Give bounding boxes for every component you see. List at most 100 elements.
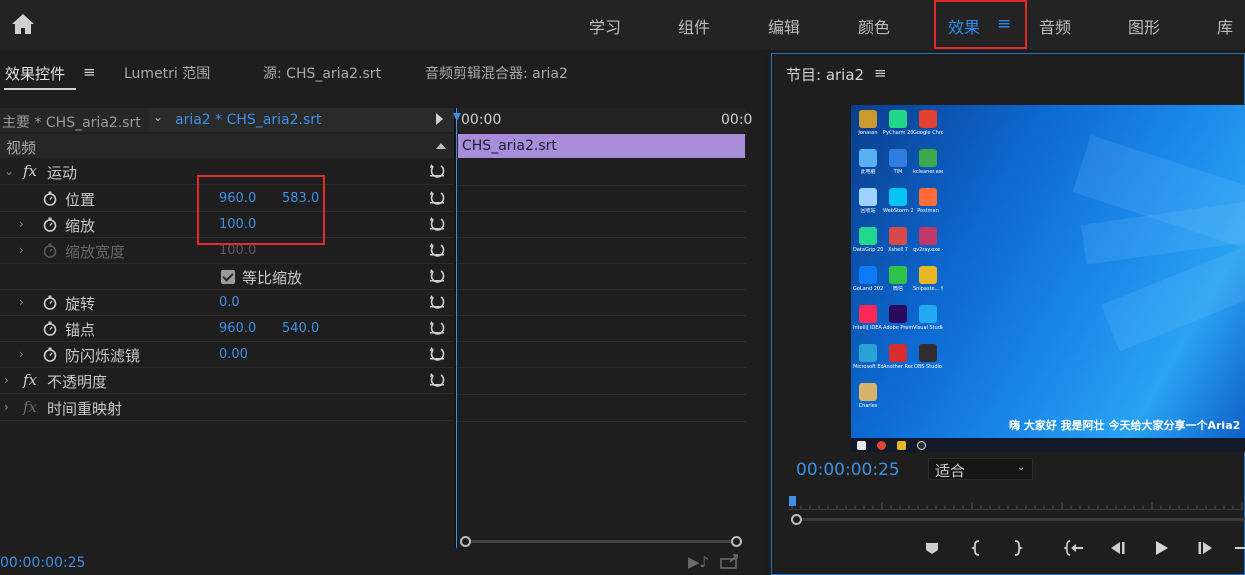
program-viewer[interactable]: Jonassn PyCharm 2020.3...Google Chrome 此电脑… [851, 105, 1245, 452]
scrollbar-handle-right[interactable] [731, 536, 742, 547]
playhead-marker[interactable] [453, 113, 461, 121]
reset-icon[interactable] [429, 371, 445, 387]
filter-audio-icon[interactable]: ▶♪ [688, 553, 709, 571]
chevron-down-icon[interactable]: ⌄ [153, 110, 163, 124]
desktop-icon-caption: OBS Studio [914, 364, 942, 370]
program-zoom-handle[interactable] [791, 514, 802, 525]
step-forward-icon[interactable] [1195, 538, 1215, 558]
rotation-label: 旋转 [65, 295, 96, 313]
reset-icon[interactable] [429, 345, 445, 361]
video-subtitle: 嗨 大家好 我是阿壮 今天给大家分享一个Aria2 [1009, 419, 1241, 432]
desktop-icon: 此电脑 [853, 147, 883, 183]
tab-lumetri-scopes[interactable]: Lumetri 范围 [124, 63, 210, 83]
play-icon[interactable] [1151, 538, 1171, 558]
reset-icon[interactable] [429, 189, 445, 205]
program-monitor-title[interactable]: 节目: aria2 [786, 64, 864, 85]
scrollbar-handle-left[interactable] [460, 536, 471, 547]
scrollbar-track[interactable] [468, 540, 734, 543]
chevron-right-icon[interactable]: › [19, 243, 24, 257]
stopwatch-icon[interactable] [43, 191, 57, 206]
timeline-row-divider [456, 341, 746, 342]
program-timecode[interactable]: 00:00:00:25 [796, 460, 900, 480]
uniform-scale-checkbox[interactable] [221, 270, 235, 284]
program-time-ruler[interactable] [788, 494, 1245, 525]
stopwatch-icon[interactable] [43, 217, 57, 232]
mark-out-icon[interactable] [1007, 538, 1027, 558]
workspace-tab-graphics[interactable]: 图形 [1128, 14, 1160, 38]
app-icon [889, 227, 907, 245]
reset-icon[interactable] [429, 293, 445, 309]
reset-icon[interactable] [429, 319, 445, 335]
chevron-right-icon[interactable]: › [19, 295, 24, 309]
workspace-tab-color[interactable]: 颜色 [858, 14, 890, 38]
home-icon[interactable] [9, 10, 37, 38]
panel-menu-icon[interactable]: ≡ [874, 64, 887, 82]
timeline-row-divider [456, 315, 746, 316]
desktop-icon: OBS Studio [913, 342, 943, 378]
anchor-x-value[interactable]: 960.0 [219, 321, 256, 336]
current-time-display[interactable]: 00:00:00:25 [0, 555, 85, 571]
go-to-out-icon[interactable] [1234, 538, 1245, 558]
chevron-right-icon[interactable]: › [4, 400, 9, 414]
program-monitor-panel: 节目: aria2 ≡ Jonassn PyCharm 2020.3...Goog… [771, 53, 1245, 575]
desktop-icon: Postman [913, 186, 943, 222]
sequence-clip-selector[interactable]: ⌄ aria2 * CHS_aria2.srt [149, 108, 455, 132]
master-clip-label[interactable]: 主要 * CHS_aria2.srt [2, 112, 141, 132]
show-timeline-icon[interactable] [436, 113, 443, 125]
chevron-down-icon[interactable]: ⌄ [4, 164, 14, 178]
anchor-y-value[interactable]: 540.0 [282, 321, 319, 336]
app-icon [919, 344, 937, 362]
obs-icon [917, 441, 926, 450]
timeline-clip[interactable]: CHS_aria2.srt [458, 134, 745, 158]
stopwatch-icon[interactable] [43, 295, 57, 310]
reset-icon[interactable] [429, 162, 445, 178]
tab-audio-clip-mixer[interactable]: 音频剪辑混合器: aria2 [425, 63, 568, 83]
reset-icon[interactable] [429, 241, 445, 257]
mark-in-icon[interactable] [967, 538, 987, 558]
time-remap-row[interactable]: › fx 时间重映射 [0, 395, 454, 421]
workspace-tab-libraries[interactable]: 库 [1217, 14, 1233, 38]
opacity-row[interactable]: › fx 不透明度 [0, 368, 454, 394]
chevron-down-icon[interactable]: ⌄ [1017, 462, 1025, 473]
go-to-in-icon[interactable] [1064, 538, 1084, 558]
desktop-icon-caption: TIM [893, 169, 903, 175]
fx-icon[interactable]: fx [23, 398, 37, 416]
sequence-clip-label[interactable]: aria2 * CHS_aria2.srt [175, 112, 322, 128]
effect-controls-panel: 效果控件 ≡ Lumetri 范围 源: CHS_aria2.srt 音频剪辑混… [0, 53, 763, 575]
stopwatch-icon[interactable] [43, 321, 57, 336]
zoom-fit-value: 适合 [935, 462, 966, 480]
desktop-icon: 回收站 [853, 186, 883, 222]
anti-flicker-value[interactable]: 0.00 [219, 347, 248, 362]
reset-icon[interactable] [429, 267, 445, 283]
desktop-icon: Microsoft Edge [853, 342, 883, 378]
workspace-tab-audio[interactable]: 音频 [1039, 14, 1071, 38]
timeline-playhead[interactable] [456, 108, 457, 548]
desktop-icon-caption: Adobe Premie... [883, 325, 913, 331]
desktop-icon: Adobe Premie... [883, 303, 913, 339]
chevron-right-icon[interactable]: › [19, 347, 24, 361]
reset-icon[interactable] [429, 215, 445, 231]
fx-icon[interactable]: fx [23, 162, 37, 180]
chevron-right-icon[interactable]: › [19, 217, 24, 231]
add-marker-icon[interactable] [922, 538, 942, 558]
workspace-tab-editing[interactable]: 编辑 [768, 14, 800, 38]
collapse-up-icon[interactable] [436, 143, 446, 149]
desktop-icon-caption: 微信 [892, 286, 903, 292]
panel-menu-icon[interactable]: ≡ [83, 63, 96, 81]
export-icon[interactable] [720, 553, 740, 569]
workspace-tab-assembly[interactable]: 组件 [678, 14, 710, 38]
tab-effect-controls[interactable]: 效果控件 [5, 63, 65, 84]
program-playhead[interactable] [789, 496, 796, 506]
timeline-ruler[interactable]: 00:00 00:0 [456, 108, 752, 132]
workspace-tab-learn[interactable]: 学习 [589, 14, 621, 38]
fx-icon[interactable]: fx [23, 371, 37, 389]
timeline-zoom-scrollbar[interactable] [460, 536, 742, 547]
program-zoom-scrollbar[interactable] [802, 518, 1245, 521]
rotation-value[interactable]: 0.0 [219, 295, 240, 310]
tab-source[interactable]: 源: CHS_aria2.srt [263, 63, 381, 83]
chevron-right-icon[interactable]: › [4, 373, 9, 387]
stopwatch-icon[interactable] [43, 347, 57, 362]
step-back-icon[interactable] [1108, 538, 1128, 558]
zoom-fit-select[interactable]: 适合 ⌄ [928, 458, 1033, 480]
desktop-icon-caption: PyCharm 2020.3... [883, 130, 913, 136]
